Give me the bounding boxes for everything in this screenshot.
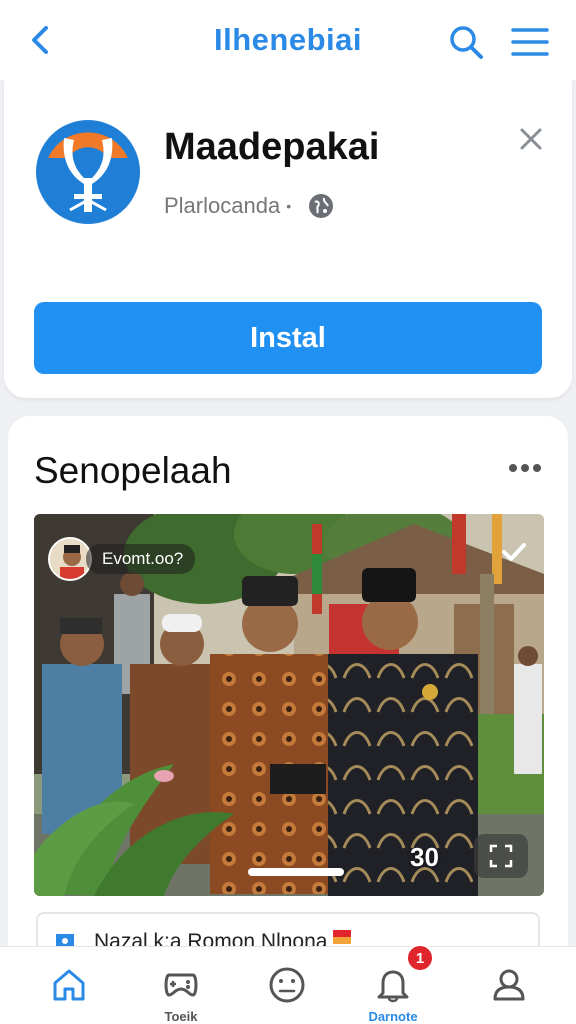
nav-games[interactable]: Toeik [156, 965, 206, 1024]
chevron-left-icon[interactable] [24, 22, 60, 58]
post-photo[interactable]: Evomt.oo? 30 [34, 514, 544, 896]
expand-button[interactable] [474, 834, 528, 878]
expand-icon [489, 844, 513, 868]
check-icon[interactable] [498, 536, 530, 568]
hamburger-menu-icon[interactable] [510, 24, 550, 60]
page-title: Ilhenebiai [214, 22, 362, 57]
nav-reactions[interactable] [262, 965, 312, 1024]
app-name: Maadepakai [164, 126, 380, 168]
nav-notifications[interactable]: Darnote [368, 965, 418, 1024]
notification-badge: 1 [406, 944, 434, 972]
photo-count: 30 [410, 842, 439, 872]
event-chip[interactable]: Evomt.oo? [48, 536, 196, 582]
close-icon[interactable] [516, 124, 546, 154]
home-icon [53, 969, 85, 1001]
install-button[interactable]: Instal [34, 302, 542, 374]
bell-icon [377, 970, 409, 1003]
app-logo-icon [36, 120, 140, 224]
photo-progress-bar [248, 868, 344, 876]
app-subtitle-row: Plarlocanda • [164, 192, 335, 220]
event-label: Evomt.oo? [86, 544, 196, 574]
search-icon[interactable] [446, 22, 486, 62]
flag-icon [333, 930, 352, 944]
nav-home[interactable] [44, 965, 94, 1024]
gamepad-icon [164, 973, 198, 997]
post-title: Senopelaah [34, 450, 232, 491]
smiley-icon [269, 967, 305, 1003]
nav-profile[interactable] [484, 965, 534, 1024]
top-bar: Ilhenebiai [0, 0, 576, 80]
separator: • [286, 198, 292, 214]
post-card: Senopelaah Evomt.oo? 30 Nazal k:a Romon … [8, 416, 568, 976]
nav-games-label: Toeik [164, 1009, 198, 1024]
nav-notifications-label: Darnote [368, 1009, 418, 1024]
app-subtitle: Plarlocanda [164, 193, 281, 218]
profile-icon [493, 969, 525, 1001]
bottom-nav: Toeik Darnote [0, 946, 576, 1024]
more-options-icon[interactable] [508, 462, 542, 474]
globe-icon [309, 194, 334, 218]
app-install-card: Maadepakai Plarlocanda • Instal [4, 80, 572, 398]
